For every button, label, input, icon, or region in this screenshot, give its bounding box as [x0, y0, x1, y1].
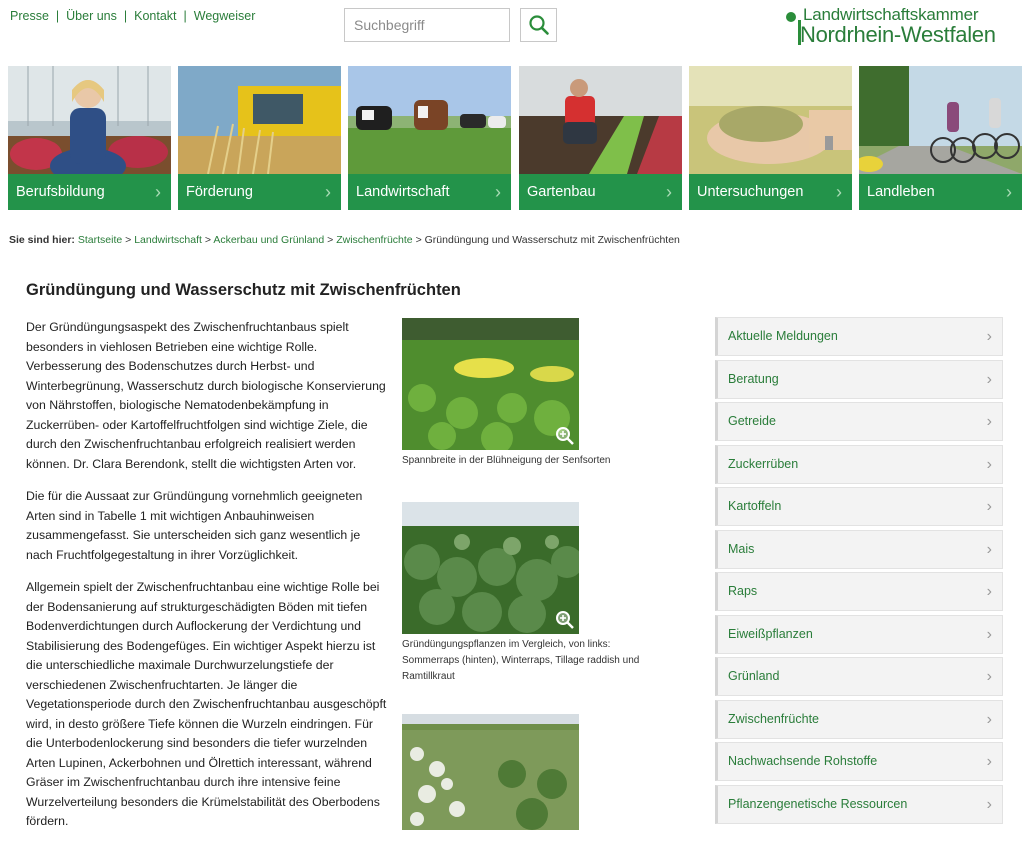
breadcrumb: Sie sind hier: Startseite > Landwirtscha…	[9, 234, 680, 246]
tile-gartenbau[interactable]: Gartenbau ›	[519, 66, 682, 210]
sidebar-item-gruenland[interactable]: Grünland ›	[715, 657, 1003, 696]
zoom-icon[interactable]	[555, 426, 575, 446]
sidebar-item-nachwachsende-rohstoffe[interactable]: Nachwachsende Rohstoffe ›	[715, 742, 1003, 781]
sidebar-item-pflanzengenetische-ressourcen[interactable]: Pflanzengenetische Ressourcen ›	[715, 784, 1003, 824]
figure-caption: Gründüngungspflanzen im Vergleich, von l…	[402, 639, 640, 682]
nav-link-ueber-uns[interactable]: Über uns	[66, 9, 117, 23]
figure-senf: Spannbreite in der Blühneigung der Senfs…	[402, 318, 610, 469]
chevron-right-icon: ›	[986, 583, 992, 600]
page-title: Gründüngung und Wasserschutz mit Zwische…	[26, 281, 461, 299]
tile-image-landleben	[859, 66, 1022, 174]
sidebar-item-kartoffeln[interactable]: Kartoffeln ›	[715, 487, 1003, 526]
chevron-right-icon: ›	[666, 182, 672, 202]
logo-dot-icon	[786, 12, 796, 22]
tile-label: Förderung ›	[178, 174, 341, 210]
sidebar-item-getreide[interactable]: Getreide ›	[715, 402, 1003, 441]
tile-image-foerderung	[178, 66, 341, 174]
breadcrumb-link-ackerbau[interactable]: Ackerbau und Grünland	[213, 234, 324, 246]
nav-link-wegweiser[interactable]: Wegweiser	[194, 9, 256, 23]
tile-landwirtschaft[interactable]: Landwirtschaft ›	[348, 66, 511, 210]
sidebar-item-zuckerrueben[interactable]: Zuckerrüben ›	[715, 444, 1003, 484]
tile-label: Untersuchungen ›	[689, 174, 852, 210]
article-body: Der Gründüngungsaspekt des Zwischenfruch…	[26, 318, 388, 845]
chevron-right-icon: ›	[325, 182, 331, 202]
tile-label: Gartenbau ›	[519, 174, 682, 210]
article-paragraph: Die für die Aussaat zur Gründüngung vorn…	[26, 489, 363, 562]
chevron-right-icon: ›	[986, 625, 992, 643]
sidebar-item-eiweisspflanzen[interactable]: Eiweißpflanzen ›	[715, 614, 1003, 654]
chevron-right-icon: ›	[986, 753, 992, 770]
tile-landleben[interactable]: Landleben ›	[859, 66, 1022, 210]
tile-image-landwirtschaft	[348, 66, 511, 174]
sidebar-item-aktuelle-meldungen[interactable]: Aktuelle Meldungen ›	[715, 317, 1003, 356]
tile-label: Landwirtschaft ›	[348, 174, 511, 210]
tile-image-gartenbau	[519, 66, 682, 174]
tile-image-berufsbildung	[8, 66, 171, 174]
chevron-right-icon: ›	[986, 668, 992, 685]
figure-image[interactable]	[402, 714, 579, 830]
tile-image-untersuchungen	[689, 66, 852, 174]
logo-line-2: Nordrhein-Westfalen	[800, 22, 996, 47]
chevron-right-icon: ›	[155, 182, 161, 202]
figure-gruenduengung: Gründüngungspflanzen im Vergleich, von l…	[402, 502, 639, 685]
chevron-right-icon: ›	[986, 710, 992, 728]
tile-foerderung[interactable]: Förderung ›	[178, 66, 341, 210]
sidebar-item-zwischenfruechte[interactable]: Zwischenfrüchte ›	[715, 699, 1003, 739]
sidebar-navigation: Aktuelle Meldungen › Beratung › Getreide › …	[715, 317, 1003, 827]
chevron-right-icon: ›	[836, 182, 842, 202]
breadcrumb-link-startseite[interactable]: Startseite	[78, 234, 122, 246]
sidebar-item-beratung[interactable]: Beratung ›	[715, 359, 1003, 399]
figure-image[interactable]	[402, 502, 579, 634]
tile-untersuchungen[interactable]: Untersuchungen ›	[689, 66, 852, 210]
breadcrumb-link-zwischenfruechte[interactable]: Zwischenfrüchte	[336, 234, 412, 246]
chevron-right-icon: ›	[986, 498, 992, 515]
article-paragraph: Der Gründüngungsaspekt des Zwischenfruch…	[26, 320, 386, 471]
chevron-right-icon: ›	[986, 328, 992, 345]
figure-image[interactable]	[402, 318, 579, 450]
search-icon	[528, 15, 549, 35]
top-navigation: Presse | Über uns | Kontakt | Wegweiser	[10, 9, 256, 23]
chevron-right-icon: ›	[1006, 182, 1012, 202]
chevron-right-icon: ›	[986, 370, 992, 388]
tile-label: Berufsbildung ›	[8, 174, 171, 210]
zoom-icon[interactable]	[555, 610, 575, 630]
figure-third	[402, 714, 579, 830]
tile-berufsbildung[interactable]: Berufsbildung ›	[8, 66, 171, 210]
search-button[interactable]	[520, 8, 557, 42]
sidebar-item-mais[interactable]: Mais ›	[715, 529, 1003, 569]
nav-link-presse[interactable]: Presse	[10, 9, 49, 23]
category-tiles: Berufsbildung › Förderung › Landwirtschaft…	[8, 66, 1022, 210]
chevron-right-icon: ›	[986, 795, 992, 813]
figure-caption: Spannbreite in der Blühneigung der Senfs…	[402, 455, 611, 466]
chevron-right-icon: ›	[986, 455, 992, 473]
breadcrumb-link-landwirtschaft[interactable]: Landwirtschaft	[134, 234, 202, 246]
nav-link-kontakt[interactable]: Kontakt	[134, 9, 176, 23]
chevron-right-icon: ›	[495, 182, 501, 202]
sidebar-item-raps[interactable]: Raps ›	[715, 572, 1003, 611]
chevron-right-icon: ›	[986, 413, 992, 430]
search-input[interactable]	[344, 8, 510, 42]
breadcrumb-current: Gründüngung und Wasserschutz mit Zwische…	[424, 234, 680, 246]
chevron-right-icon: ›	[986, 540, 992, 558]
tile-label: Landleben ›	[859, 174, 1022, 210]
article-paragraph: Allgemein spielt der Zwischenfruchtanbau…	[26, 580, 387, 828]
site-logo[interactable]: Landwirtschaftskammer Nordrhein-Westfale…	[786, 5, 1020, 47]
